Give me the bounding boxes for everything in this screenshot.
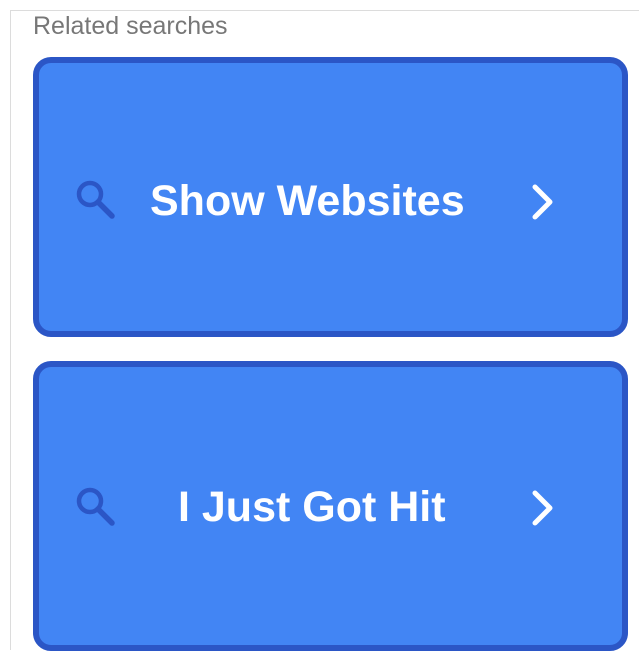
search-icon [76, 180, 115, 219]
related-search-label: I Just Got Hit [178, 483, 446, 531]
related-search-i-just-got-hit[interactable]: I Just Got Hit [33, 361, 628, 651]
related-searches-heading: Related searches [33, 12, 228, 40]
search-icon [76, 487, 115, 526]
chevron-right-icon [532, 184, 553, 220]
related-search-show-websites[interactable]: Show Websites [33, 57, 628, 337]
related-search-label: Show Websites [150, 177, 465, 225]
chevron-right-icon [532, 490, 553, 526]
